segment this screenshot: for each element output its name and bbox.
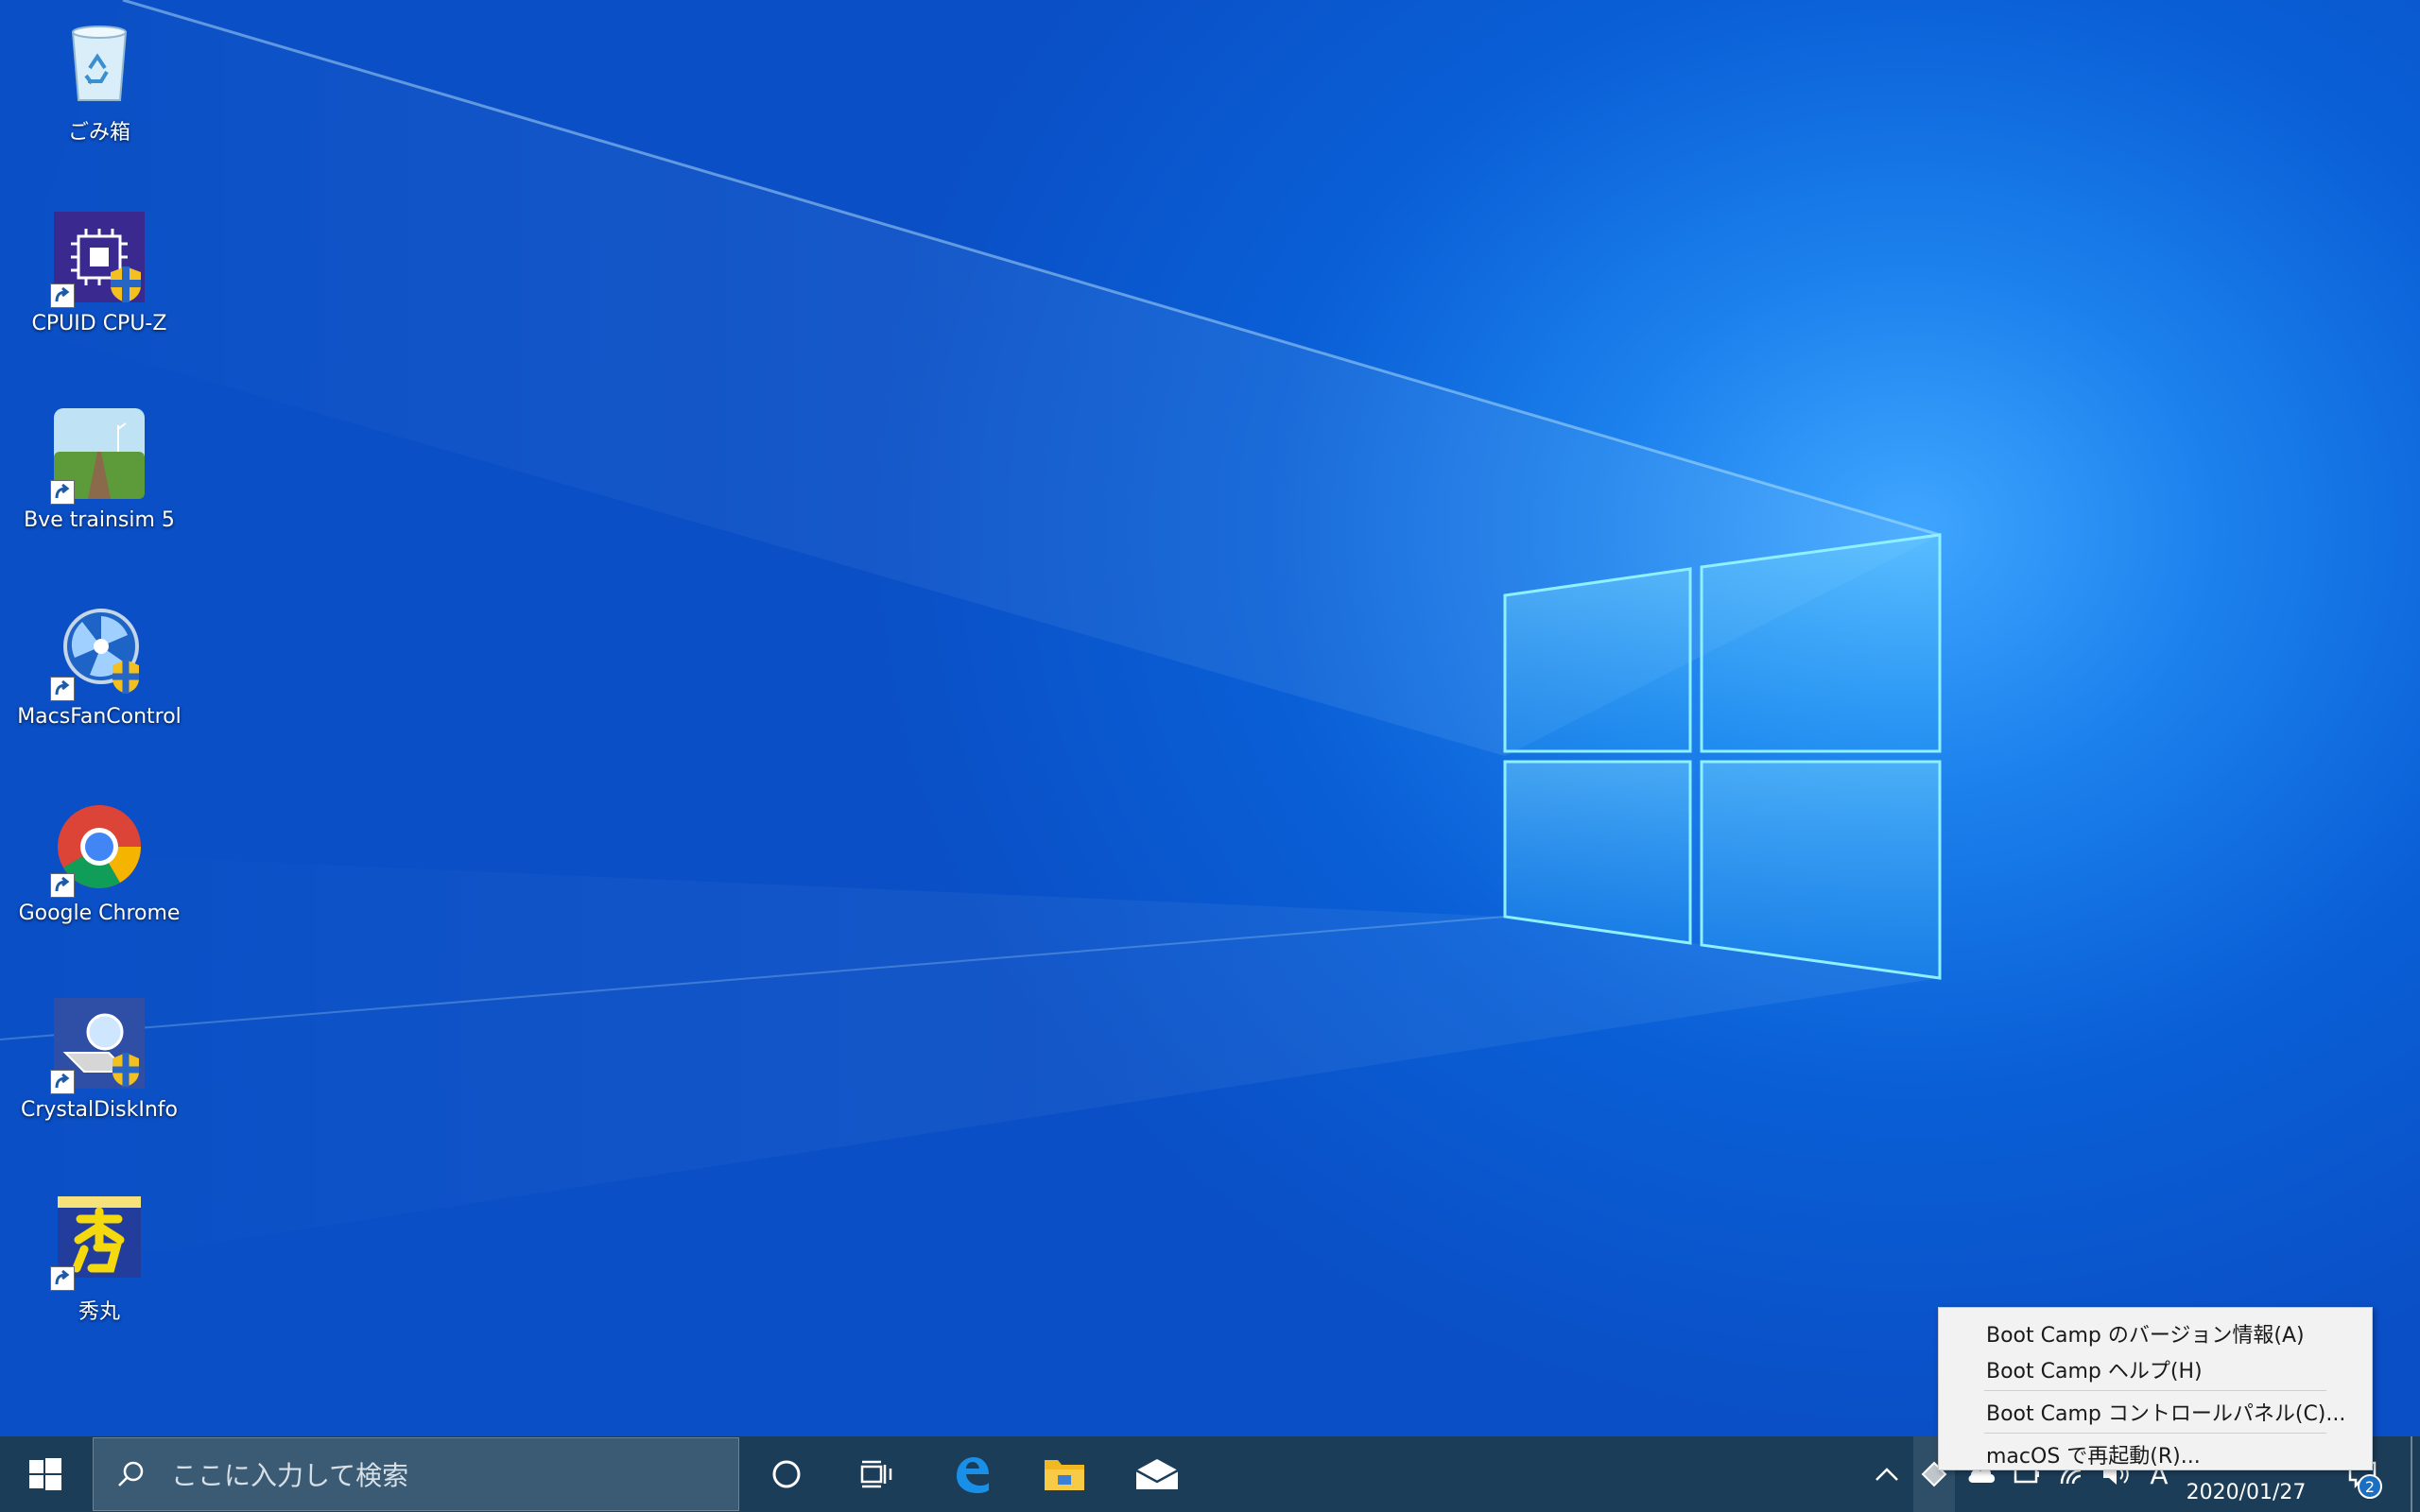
menu-item-bootcamp-control-panel[interactable]: Boot Camp コントロールパネル(C)... [1939,1394,2372,1430]
show-hidden-icons-button[interactable] [1868,1436,1906,1512]
cortana-button[interactable] [747,1436,826,1512]
shortcut-arrow-icon [50,677,75,701]
desktop-icon-label: 秀丸 [78,1300,120,1324]
desktop-icon-bve-trainsim[interactable]: Bve trainsim 5 [11,399,187,559]
start-button[interactable] [0,1436,91,1512]
notification-count-badge: 2 [2358,1474,2382,1499]
shortcut-arrow-icon [50,284,75,308]
task-view-icon [860,1460,892,1488]
search-placeholder: ここに入力して検索 [171,1460,409,1491]
desktop-icon-recycle-bin[interactable]: ごみ箱 [11,6,187,166]
bootcamp-context-menu: Boot Camp のバージョン情報(A) Boot Camp ヘルプ(H) B… [1938,1307,2373,1470]
folder-icon [1045,1460,1084,1490]
taskbar-edge-button[interactable] [932,1436,1011,1512]
menu-separator [1984,1433,2326,1434]
desktop-icon-label: Bve trainsim 5 [24,508,175,532]
desktop-icon-hidemaru[interactable]: 秀丸 [11,1185,187,1346]
chrome-icon [50,799,147,898]
menu-item-about-bootcamp[interactable]: Boot Camp のバージョン情報(A) [1939,1315,2372,1351]
crystaldiskinfo-icon [50,996,147,1094]
search-icon [118,1461,144,1486]
taskbar-file-explorer-button[interactable] [1025,1436,1104,1512]
menu-item-bootcamp-help[interactable]: Boot Camp ヘルプ(H) [1939,1351,2372,1387]
shortcut-arrow-icon [50,1266,75,1291]
desktop-icon-cpu-z[interactable]: CPUID CPU-Z [11,202,187,363]
recycle-bin-icon [52,13,147,108]
desktop-icon-label: CPUID CPU-Z [31,312,167,335]
show-desktop-button[interactable] [2411,1436,2412,1512]
cpu-z-icon [50,210,147,308]
desktop-icon-label: CrystalDiskInfo [21,1098,178,1122]
desktop-icon-label: MacsFanControl [17,705,182,729]
shortcut-arrow-icon [50,1070,75,1094]
desktop-icon-google-chrome[interactable]: Google Chrome [11,792,187,953]
bve-trainsim-icon [50,406,147,505]
desktop-wallpaper [0,0,1942,1276]
desktop-icon-macs-fan-control[interactable]: MacsFanControl [11,595,187,756]
macs-fan-control-icon [50,603,147,701]
shortcut-arrow-icon [50,873,75,898]
edge-icon [957,1457,989,1493]
windows-logo-glow [1503,533,1942,980]
hidemaru-icon [50,1193,147,1291]
mail-icon [1135,1459,1179,1489]
desktop-icon-label: Google Chrome [18,902,181,925]
date-text: 2020/01/27 [2186,1480,2307,1504]
taskbar-mail-button[interactable] [1117,1436,1197,1512]
taskbar-search-box[interactable]: ここに入力して検索 [93,1437,739,1511]
desktop-icon-crystaldiskinfo[interactable]: CrystalDiskInfo [11,988,187,1149]
menu-item-restart-in-macos[interactable]: macOS で再起動(R)... [1939,1436,2372,1472]
chevron-up-icon [1876,1468,1898,1481]
windows-start-icon [29,1458,61,1490]
desktop-icon-label: ごみ箱 [67,121,130,145]
shortcut-arrow-icon [50,480,75,505]
task-view-button[interactable] [838,1436,917,1512]
cortana-circle-icon [772,1460,801,1488]
menu-separator [1984,1390,2326,1391]
